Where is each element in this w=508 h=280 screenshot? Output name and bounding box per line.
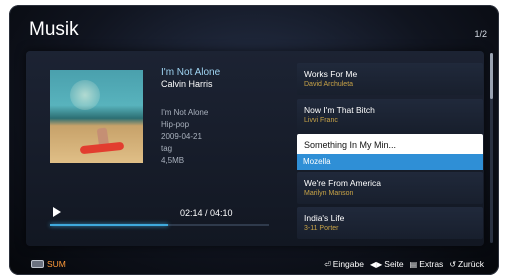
- enter-icon: ⏎: [324, 259, 331, 269]
- music-screen: Musik 1/2 I'm Not Alone Calvin Harris I'…: [9, 5, 499, 275]
- list-item-selected[interactable]: Something In My Min... Mozella: [297, 134, 483, 170]
- hint-enter-label: Eingabe: [332, 259, 364, 269]
- hint-enter: ⏎ Eingabe: [324, 259, 364, 269]
- list-item-artist: Mozella: [297, 154, 483, 170]
- list-item[interactable]: India's Life 3-11 Porter: [297, 207, 483, 239]
- scroll-thumb[interactable]: [490, 53, 493, 99]
- player-panel: I'm Not Alone Calvin Harris I'm Not Alon…: [26, 51, 484, 246]
- hint-back: ↺ Zurück: [449, 259, 484, 269]
- list-item-title: India's Life: [304, 213, 345, 223]
- album-name: I'm Not Alone: [161, 108, 209, 117]
- play-icon[interactable]: [52, 207, 62, 217]
- hint-back-label: Zurück: [458, 259, 484, 269]
- file-size: 4,5MB: [161, 156, 185, 165]
- return-icon: ↺: [449, 259, 457, 269]
- playback-time: 02:14 / 04:10: [180, 208, 233, 218]
- hint-page: ◀▶ Seite: [370, 259, 404, 269]
- list-item[interactable]: We're From America Marilyn Manson: [297, 172, 483, 204]
- now-playing-artist: Calvin Harris: [161, 79, 213, 89]
- hint-tools: ▤ Extras: [410, 259, 444, 269]
- tag: tag: [161, 144, 173, 153]
- progress-bar[interactable]: [50, 224, 269, 226]
- page-title: Musik: [29, 19, 79, 40]
- footer: SUM ⏎ Eingabe ◀▶ Seite ▤ Extras ↺ Zurück: [9, 255, 499, 275]
- header: Musik 1/2: [9, 5, 499, 47]
- list-item-title: Something In My Min...: [304, 140, 397, 150]
- left-right-arrows-icon: ◀▶: [369, 259, 383, 269]
- button-hints: ⏎ Eingabe ◀▶ Seite ▤ Extras ↺ Zurück: [324, 259, 484, 269]
- list-item-artist: David Archuleta: [304, 81, 354, 88]
- list-item[interactable]: Now I'm That Bitch Livvi Franc: [297, 99, 483, 131]
- list-item-artist: Marilyn Manson: [304, 190, 354, 197]
- hint-tools-label: Extras: [419, 259, 444, 269]
- now-playing-title: I'm Not Alone: [161, 67, 221, 78]
- genre: Hip-pop: [161, 120, 190, 129]
- page-indicator: 1/2: [474, 29, 487, 39]
- list-item[interactable]: Works For Me David Archuleta: [297, 63, 483, 95]
- list-item-title: Now I'm That Bitch: [304, 105, 375, 115]
- usb-device-icon: [31, 260, 44, 268]
- list-item-artist: Livvi Franc: [304, 117, 338, 124]
- album-art: [50, 70, 143, 163]
- playlist-scrollbar[interactable]: [490, 53, 493, 243]
- hint-page-label: Seite: [384, 259, 404, 269]
- list-item-title: We're From America: [304, 178, 382, 188]
- progress-fill: [50, 224, 169, 226]
- list-item-title: Works For Me: [304, 69, 358, 79]
- list-item-artist: 3-11 Porter: [304, 225, 339, 232]
- sum-label: SUM: [47, 259, 66, 269]
- tools-icon: ▤: [409, 259, 418, 269]
- release-date: 2009-04-21: [161, 132, 202, 141]
- sum-button[interactable]: SUM: [31, 259, 66, 269]
